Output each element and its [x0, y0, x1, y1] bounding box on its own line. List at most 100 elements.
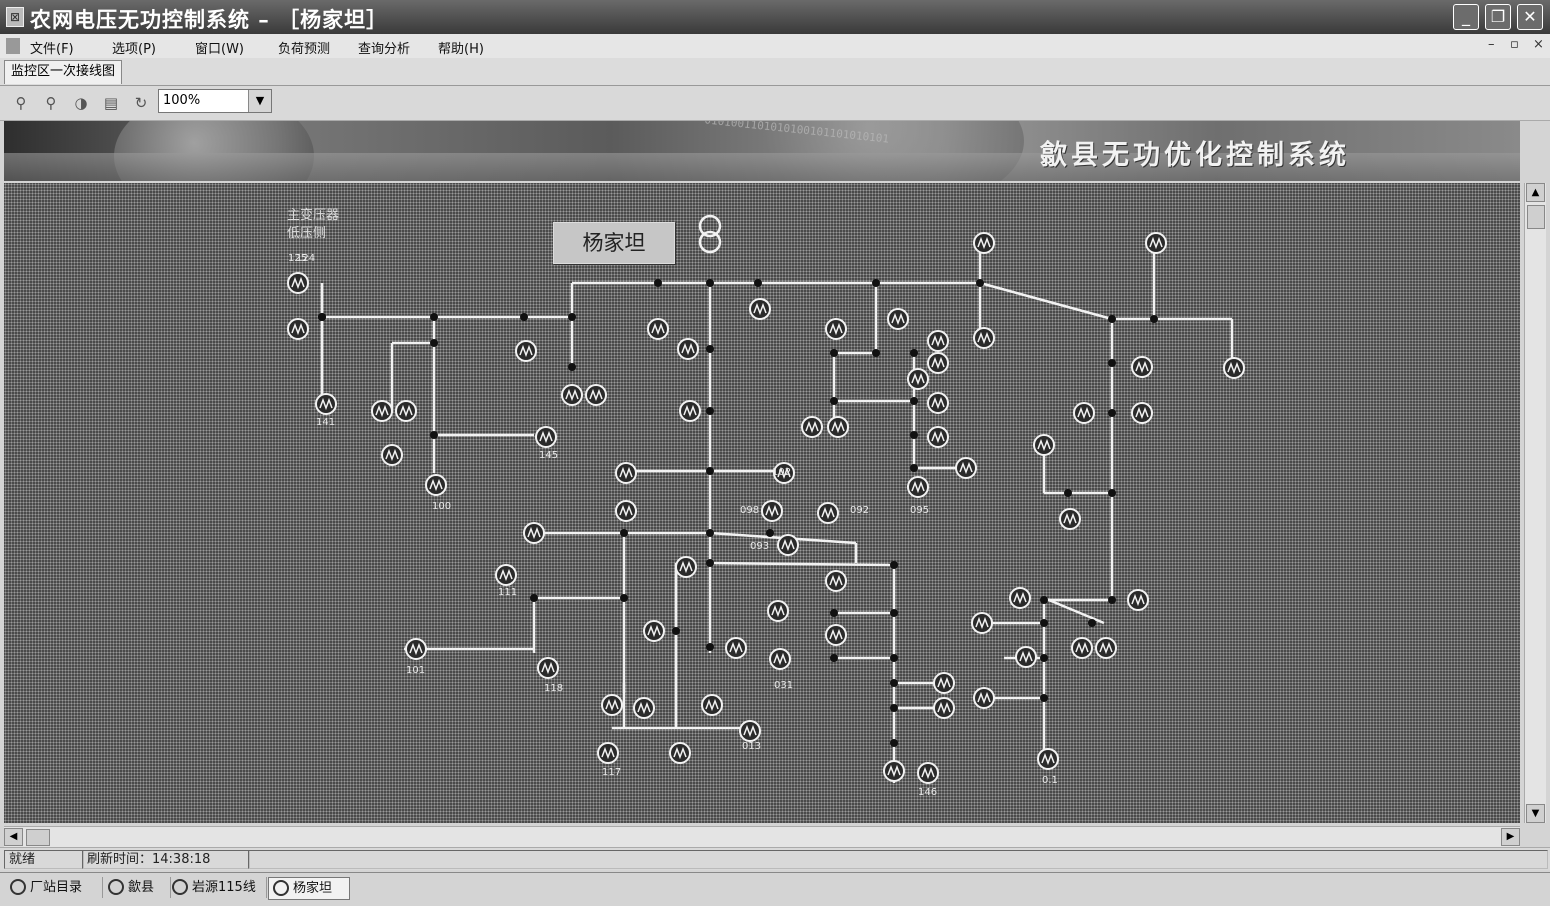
menu-query-analysis[interactable]: 查询分析 — [358, 38, 410, 57]
generator-icon[interactable] — [927, 426, 949, 448]
generator-icon[interactable] — [825, 570, 847, 592]
generator-icon[interactable] — [817, 502, 839, 524]
generator-icon[interactable] — [371, 400, 393, 422]
generator-icon[interactable] — [801, 416, 823, 438]
generator-icon[interactable] — [601, 694, 623, 716]
generator-icon[interactable] — [633, 697, 655, 719]
generator-icon[interactable] — [973, 687, 995, 709]
mdi-restore-icon[interactable]: ▫ — [1510, 37, 1519, 52]
generator-icon[interactable] — [933, 697, 955, 719]
generator-icon[interactable] — [907, 368, 929, 390]
generator-icon[interactable] — [615, 462, 637, 484]
generator-icon[interactable] — [395, 400, 417, 422]
menu-load-forecast[interactable]: 负荷预测 — [278, 38, 330, 57]
generator-icon[interactable] — [777, 534, 799, 556]
generator-icon[interactable] — [597, 742, 619, 764]
generator-icon[interactable] — [971, 612, 993, 634]
generator-icon[interactable] — [287, 318, 309, 340]
generator-icon[interactable] — [677, 338, 699, 360]
menu-options[interactable]: 选项(P) — [112, 38, 156, 57]
scroll-up-icon[interactable]: ▲ — [1526, 183, 1545, 202]
generator-icon[interactable] — [1059, 508, 1081, 530]
tab-monitor-diagram[interactable]: 监控区一次接线图 — [4, 60, 123, 84]
generator-icon[interactable] — [381, 444, 403, 466]
generator-icon[interactable] — [769, 648, 791, 670]
vertical-scrollbar[interactable]: ▲ ▼ — [1524, 183, 1546, 823]
task-yangjiatan[interactable]: 杨家坦 — [268, 877, 350, 900]
scroll-right-icon[interactable]: ▶ — [1501, 828, 1520, 846]
generator-icon[interactable] — [825, 624, 847, 646]
generator-icon[interactable] — [927, 330, 949, 352]
zoom-select[interactable]: 100% ▼ — [158, 89, 272, 113]
menu-window[interactable]: 窗口(W) — [195, 38, 244, 57]
generator-icon[interactable] — [669, 742, 691, 764]
generator-icon[interactable] — [825, 318, 847, 340]
generator-icon[interactable] — [515, 340, 537, 362]
generator-icon[interactable] — [523, 522, 545, 544]
horizontal-scrollbar[interactable]: ◀ ▶ — [4, 826, 1520, 847]
generator-icon[interactable] — [927, 392, 949, 414]
generator-icon[interactable] — [535, 426, 557, 448]
generator-icon[interactable] — [1009, 587, 1031, 609]
generator-icon[interactable] — [725, 637, 747, 659]
generator-icon[interactable] — [1223, 357, 1245, 379]
transformer-icon[interactable] — [698, 214, 722, 254]
generator-icon[interactable] — [1071, 637, 1093, 659]
generator-icon[interactable] — [767, 600, 789, 622]
generator-icon[interactable] — [761, 500, 783, 522]
mdi-minimize-icon[interactable]: – — [1488, 37, 1495, 52]
generator-icon[interactable] — [973, 327, 995, 349]
app-icon[interactable]: ⊠ — [6, 7, 24, 27]
generator-icon[interactable] — [675, 556, 697, 578]
generator-icon[interactable] — [405, 638, 427, 660]
close-button[interactable]: ✕ — [1517, 4, 1543, 30]
zoom-out-icon[interactable]: ⚲ — [42, 94, 60, 112]
generator-icon[interactable] — [973, 232, 995, 254]
refresh-icon[interactable]: ↻ — [132, 94, 150, 112]
generator-icon[interactable] — [643, 620, 665, 642]
task-shexian[interactable]: 歙县 — [104, 877, 171, 898]
generator-icon[interactable] — [827, 416, 849, 438]
generator-icon[interactable] — [585, 384, 607, 406]
generator-icon[interactable] — [1145, 232, 1167, 254]
generator-icon[interactable] — [883, 760, 905, 782]
generator-icon[interactable] — [1015, 646, 1037, 668]
generator-icon[interactable] — [615, 500, 637, 522]
single-line-diagram[interactable]: 主变压器 低压侧 杨家坦 125 141 145 100 102 098 092 093 095… — [4, 183, 1520, 823]
generator-icon[interactable] — [955, 457, 977, 479]
generator-icon[interactable] — [647, 318, 669, 340]
generator-icon[interactable] — [1131, 356, 1153, 378]
generator-icon[interactable] — [749, 298, 771, 320]
generator-icon[interactable] — [1033, 434, 1055, 456]
vertical-scroll-thumb[interactable] — [1527, 205, 1545, 229]
generator-icon[interactable] — [1131, 402, 1153, 424]
menu-help[interactable]: 帮助(H) — [438, 38, 484, 57]
generator-icon[interactable] — [739, 720, 761, 742]
generator-icon[interactable] — [907, 476, 929, 498]
generator-icon[interactable] — [887, 308, 909, 330]
chevron-down-icon[interactable]: ▼ — [248, 90, 271, 112]
generator-icon[interactable] — [1095, 637, 1117, 659]
menu-file[interactable]: 文件(F) — [30, 38, 74, 57]
generator-icon[interactable] — [679, 400, 701, 422]
minimize-button[interactable]: _ — [1453, 4, 1479, 30]
generator-icon[interactable] — [1127, 589, 1149, 611]
zoom-in-icon[interactable]: ⚲ — [12, 94, 30, 112]
grid-icon[interactable]: ▤ — [102, 94, 120, 112]
generator-icon[interactable] — [287, 272, 309, 294]
generator-icon[interactable] — [927, 352, 949, 374]
task-yanyuan-115[interactable]: 岩源115线 — [168, 877, 267, 898]
scroll-left-icon[interactable]: ◀ — [4, 828, 23, 846]
generator-icon[interactable] — [315, 393, 337, 415]
generator-icon[interactable] — [933, 672, 955, 694]
restore-button[interactable]: ❐ — [1485, 4, 1511, 30]
task-station-directory[interactable]: 厂站目录 — [6, 877, 103, 898]
scroll-down-icon[interactable]: ▼ — [1526, 804, 1545, 823]
generator-icon[interactable] — [425, 474, 447, 496]
document-icon[interactable] — [6, 38, 20, 54]
generator-icon[interactable] — [1073, 402, 1095, 424]
generator-icon[interactable] — [537, 657, 559, 679]
fit-icon[interactable]: ◑ — [72, 94, 90, 112]
generator-icon[interactable] — [561, 384, 583, 406]
mdi-close-icon[interactable]: × — [1533, 37, 1544, 52]
